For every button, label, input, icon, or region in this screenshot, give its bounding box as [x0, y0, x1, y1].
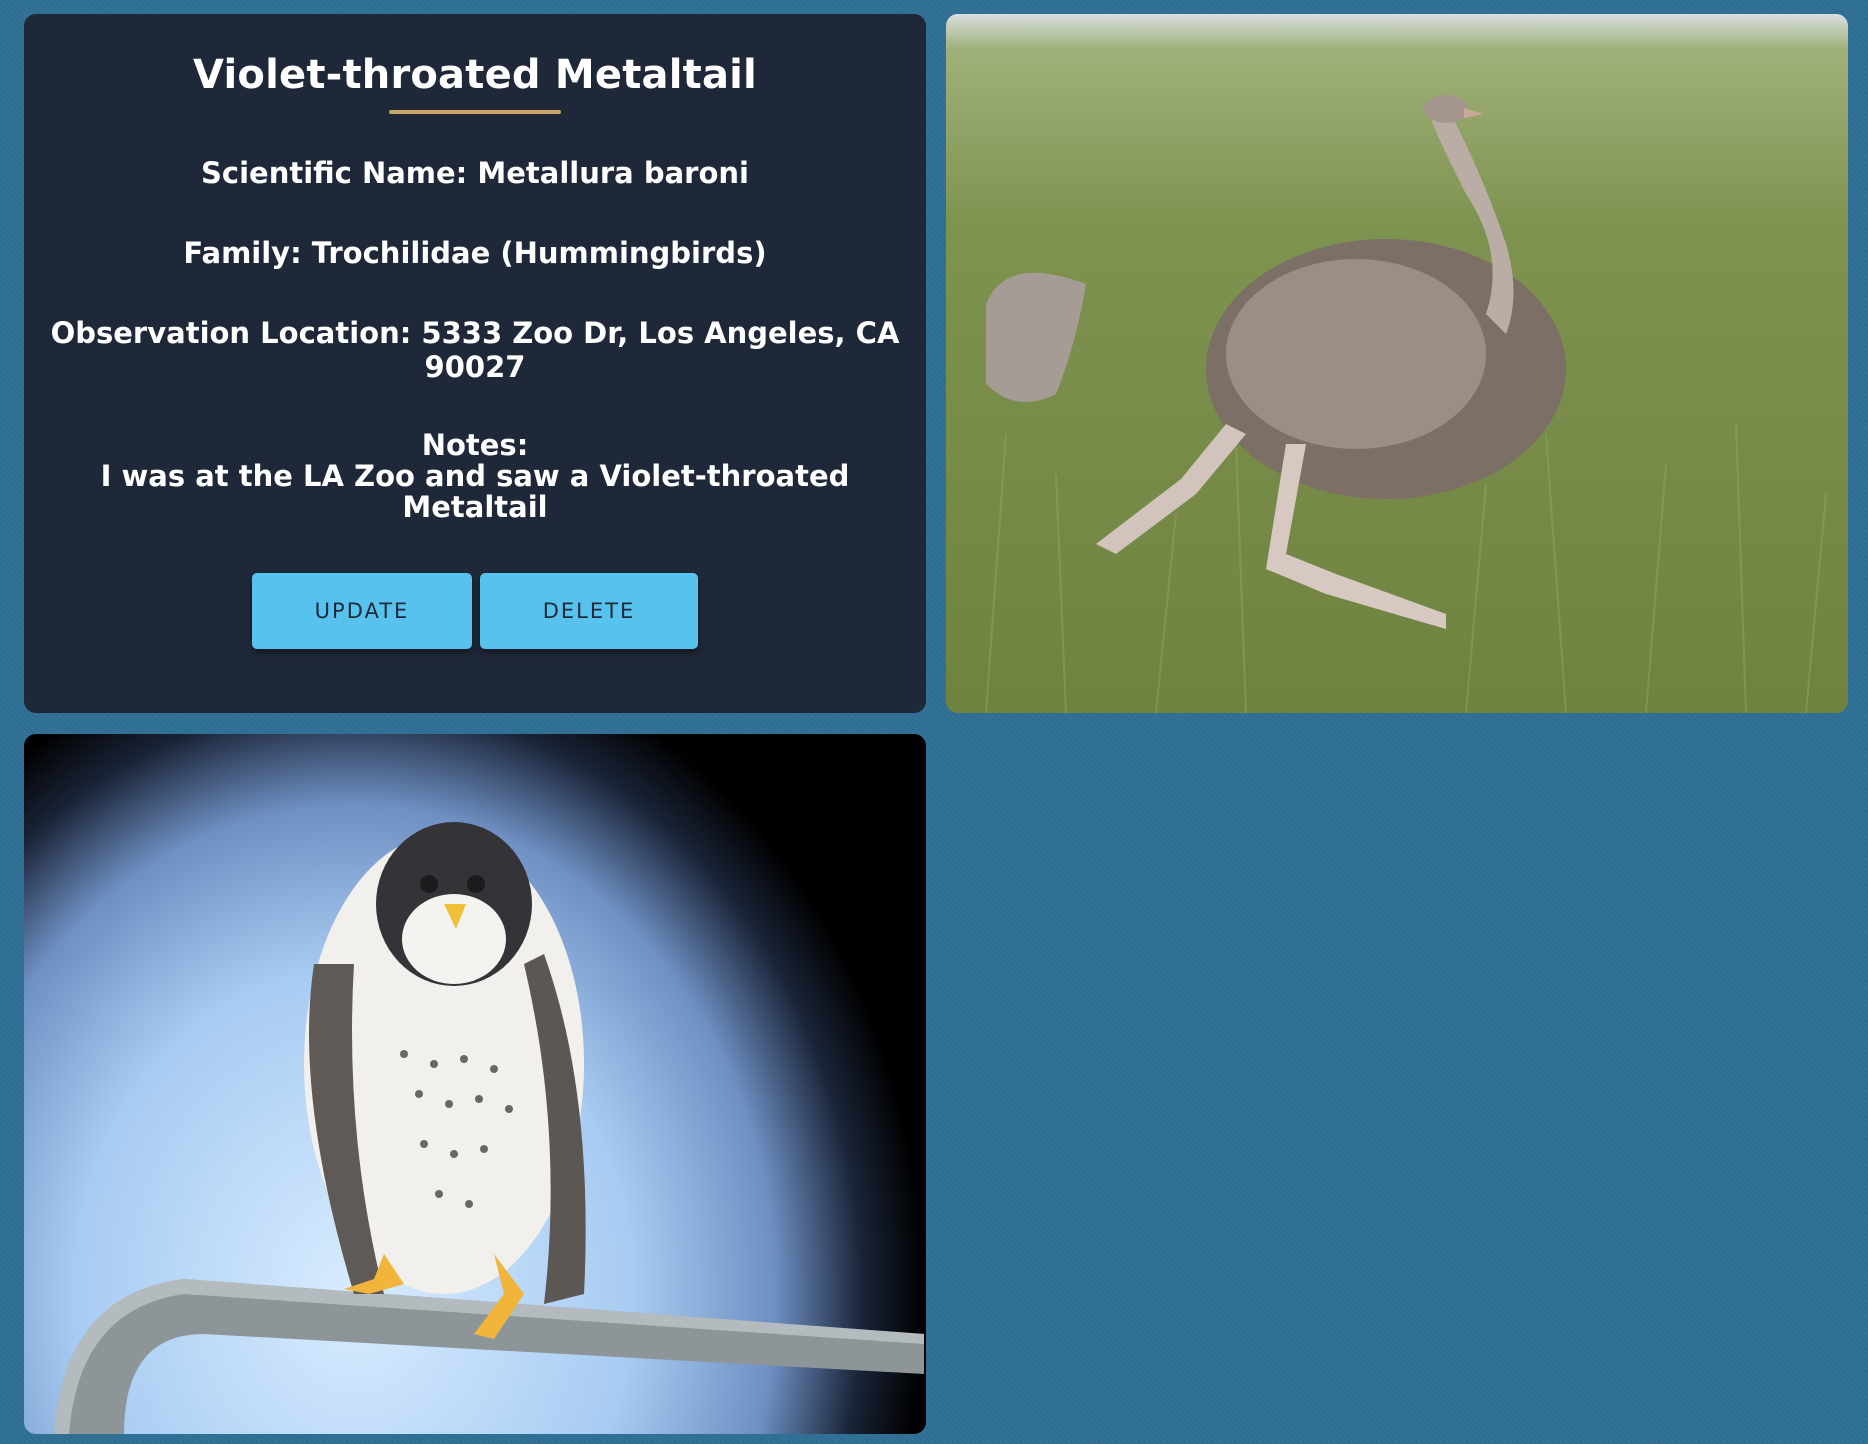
- action-buttons: UPDATE DELETE: [24, 573, 926, 649]
- family: Family: Trochilidae (Hummingbirds): [183, 236, 767, 270]
- observation-card: Violet-throated Metaltail Scientific Nam…: [24, 14, 926, 713]
- ostrich-image: [946, 14, 1848, 713]
- delete-button[interactable]: DELETE: [480, 573, 698, 649]
- bird-title: Violet-throated Metaltail: [193, 52, 757, 98]
- falcon-image: [54, 822, 924, 1434]
- title-underline: [389, 110, 561, 114]
- notes-text: I was at the LA Zoo and saw a Violet-thr…: [100, 459, 850, 524]
- notes-label: Notes:: [421, 428, 529, 462]
- falcon-photo[interactable]: [24, 734, 926, 1434]
- observation-location: Observation Location: 5333 Zoo Dr, Los A…: [50, 316, 900, 384]
- ostrich-photo[interactable]: [946, 14, 1848, 713]
- notes-section: Notes: I was at the LA Zoo and saw a Vio…: [24, 430, 926, 523]
- page-background: Violet-throated Metaltail Scientific Nam…: [0, 0, 1868, 1444]
- update-button[interactable]: UPDATE: [252, 573, 472, 649]
- scientific-name: Scientific Name: Metallura baroni: [201, 156, 749, 190]
